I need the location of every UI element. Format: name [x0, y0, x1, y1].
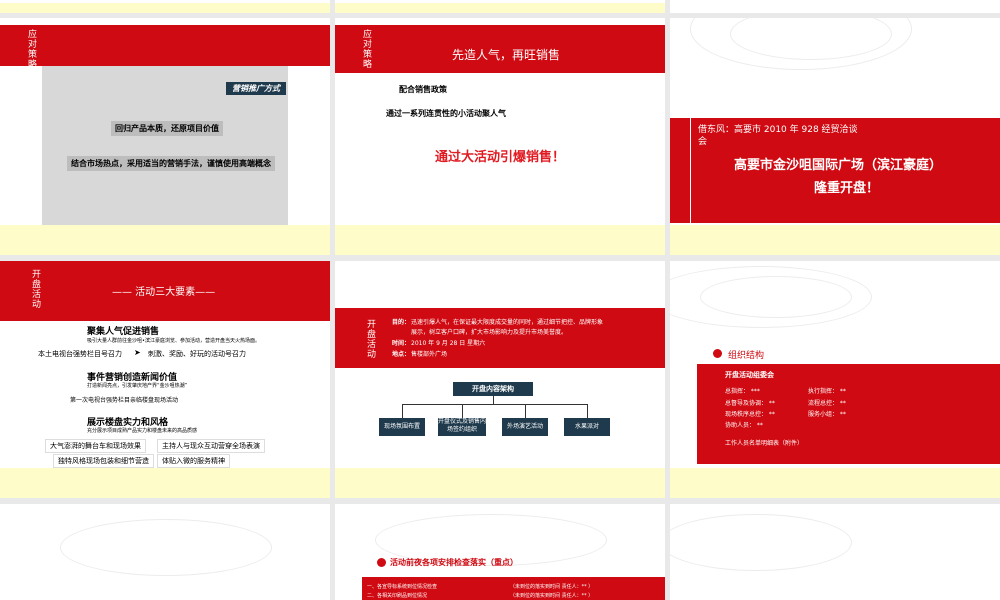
feature-box: 独特风格现场包装和细节营造	[53, 454, 154, 468]
red-banner	[0, 25, 330, 66]
section-bullet-icon	[377, 558, 386, 567]
section-1-right: 刺激、奖励、好玩的活动号召力	[148, 350, 246, 358]
feature-box: 大气澎湃的舞台车和现场效果	[45, 439, 146, 453]
section-3-sub: 充分展示项目成熟产品实力和楼盘未来的高品质感	[87, 428, 198, 434]
slide-thumb-1[interactable]: 应对策略 营销推广方式 回归产品本质，还原项目价值 结合市场热点，采用适当的营销…	[0, 18, 330, 255]
slide-thumb-top-2[interactable]	[335, 0, 665, 13]
connector	[402, 404, 403, 418]
slide-thumb-top-1[interactable]	[0, 0, 330, 13]
place-text: 售楼部外广场	[411, 351, 448, 358]
architecture-root: 开盘内容架构	[453, 382, 533, 396]
badge: 营销推广方式	[226, 82, 286, 95]
section-1-title: 聚集人气促进销售	[87, 327, 160, 337]
architecture-node: 现场氛围布置	[379, 418, 425, 436]
slide-thumb-2[interactable]: 应对策略 先造人气，再旺销售 配合销售政策 通过一系列连贯性的小活动聚人气 通过…	[335, 18, 665, 255]
slide-thumb-top-3[interactable]	[670, 0, 1000, 13]
architecture-node: 开盘仪式及销售内场签约组织	[438, 418, 486, 436]
staff-list-note: 工作人员名单明细表（附件）	[725, 440, 804, 447]
check-row-2-left: 二、各相关印刷品到位情况	[367, 593, 428, 599]
bg-swirl	[700, 276, 852, 318]
check-row-2-right: （未到位的落实到时间 责任人：** ）	[510, 593, 594, 599]
side-label: 应对策略	[26, 29, 36, 69]
role-row-1-left: 总督导及协调： **	[725, 400, 775, 407]
policy-text: 配合销售政策	[399, 85, 447, 94]
time-text: 2010 年 9 月 28 日 星期六	[411, 340, 486, 347]
architecture-node: 水果派对	[564, 418, 610, 436]
check-row-1-right: （未到位的落实到时间 责任人：** ）	[510, 584, 594, 590]
committee-title: 开盘活动组委会	[725, 371, 774, 379]
event-title-2: 隆重开盘！	[814, 181, 880, 196]
bg-swirl	[60, 519, 272, 576]
headline-line-1: 借东风：高要市 2010 年 928 经贸洽谈	[698, 125, 858, 135]
slide-thumb-9[interactable]	[670, 504, 1000, 600]
side-label: 开盘活动	[30, 269, 40, 309]
slide-thumb-4[interactable]: 开盘活动 —— 活动三大要素—— 聚集人气促进销售 吸引大量人群前往金沙咀•滨江…	[0, 261, 330, 498]
slide-thumb-5[interactable]: 开盘活动 目的： 迅速引爆人气，在保证最大限度成交量的同时，通过细节把控、品牌形…	[335, 261, 665, 498]
strategy-line-1: 回归产品本质，还原项目价值	[111, 121, 223, 136]
slide-thumb-8[interactable]: 活动前夜各项安排检查落实（重点） 一、各宣导标系统到位情况检查 （未到位的落实到…	[335, 504, 665, 600]
activity-text: 通过一系列连贯性的小活动聚人气	[386, 109, 506, 118]
feature-box: 体贴入微的服务精神	[157, 454, 230, 468]
arrow-icon: ➤	[134, 348, 141, 357]
headline-line-2: 会	[698, 137, 708, 147]
architecture-node: 外场演艺活动	[502, 418, 548, 436]
role-row-2-left: 现场秩序总控： **	[725, 411, 775, 418]
role-row-0-right: 执行指挥： **	[808, 388, 846, 395]
role-row-0-left: 总指挥： ***	[725, 388, 760, 395]
purpose-label: 目的：	[392, 319, 411, 326]
role-row-2-right: 服务小组： **	[808, 411, 846, 418]
connector	[402, 404, 587, 405]
slide-thumb-6[interactable]: 组织结构 开盘活动组委会 总指挥： *** 执行指挥： ** 总督导及协调： *…	[670, 261, 1000, 498]
purpose-text-1: 迅速引爆人气，在保证最大限度成交量的同时，通过细节把控、品牌形象	[411, 319, 604, 326]
feature-box: 主持人与现众互动营穿全场表演	[157, 439, 265, 453]
slide-thumb-7[interactable]	[0, 504, 330, 600]
bg-swirl	[670, 514, 852, 571]
connector	[462, 404, 463, 418]
check-row-1-left: 一、各宣导标系统到位情况检查	[367, 584, 438, 590]
connector	[587, 404, 588, 418]
slide-thumb-3[interactable]: 借东风：高要市 2010 年 928 经贸洽谈 会 高要市金沙咀国际广场（滨江豪…	[670, 18, 1000, 255]
headline: 通过大活动引爆销售！	[435, 150, 566, 165]
banner-accent	[690, 118, 691, 223]
section-title: 活动前夜各项安排检查落实（重点）	[390, 558, 518, 567]
slide-title: 先造人气，再旺销售	[452, 48, 561, 62]
side-label: 应对策略	[361, 29, 371, 69]
event-title-1: 高要市金沙咀国际广场（滨江豪庭）	[734, 158, 943, 173]
side-label: 开盘活动	[365, 319, 375, 359]
section-2-sub: 打造新闻亮点，引发肇庆地产界“金沙咀热潮”	[87, 383, 188, 389]
place-label: 地点：	[392, 351, 411, 358]
role-row-3-left: 协助人员： **	[725, 422, 763, 429]
connector	[525, 404, 526, 418]
slide-title: —— 活动三大要素——	[112, 287, 216, 298]
purpose-text-2: 展示，树立客户口碑，扩大市场影响力及提升市场美誉度。	[411, 329, 568, 336]
time-label: 时间：	[392, 340, 411, 347]
strategy-line-2: 结合市场热点，采用适当的营销手法，谨慎使用高端概念	[67, 156, 275, 171]
section-bullet-icon	[713, 349, 722, 358]
section-1-left: 本土电视台强势栏目号召力	[38, 350, 122, 358]
section-title: 组织结构	[728, 351, 765, 361]
role-row-1-right: 流程总控： **	[808, 400, 846, 407]
connector	[493, 396, 494, 404]
section-2-line: 第一次电视台强势栏目亲临楼盘现场活动	[70, 397, 179, 404]
section-1-sub: 吸引大量人群前往金沙咀•滨江豪庭浏览、参加活动，营造开盘当天火热场面。	[87, 338, 260, 344]
